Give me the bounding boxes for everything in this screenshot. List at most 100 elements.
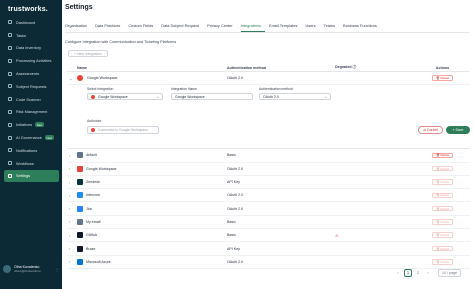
delete-button[interactable]: 🗑 Delete	[432, 75, 453, 81]
auth-method-dropdown[interactable]: OAuth 2.0 ⌄	[259, 93, 331, 101]
table-row[interactable]: › Braze API Key 🗑 Delete	[67, 242, 470, 256]
sidebar-item-label: Risk Management	[16, 109, 48, 115]
tab-data-subject-request[interactable]: Data Subject Request	[161, 21, 203, 32]
row-actions: 🗑 Delete	[415, 259, 470, 265]
page-button[interactable]: 2	[414, 269, 422, 277]
expand-icon[interactable]: ›	[67, 219, 77, 224]
row-actions: 🗑 Delete	[415, 75, 470, 81]
sidebar-item-data-inventory[interactable]: Data inventory	[4, 42, 59, 55]
row-name-text: Google Workspace	[86, 166, 117, 171]
save-button[interactable]: + Save	[446, 126, 470, 135]
expand-icon[interactable]: ›	[67, 206, 77, 211]
integration-logo-icon	[77, 165, 83, 172]
page-button[interactable]: 1	[404, 269, 412, 277]
tab-data-practices[interactable]: Data Practices	[95, 21, 124, 32]
prev-page-icon[interactable]: ‹	[394, 269, 402, 277]
expand-icon[interactable]: ›	[67, 233, 77, 238]
integration-logo-icon	[77, 179, 83, 186]
delete-button[interactable]: 🗑 Delete	[432, 152, 453, 159]
new-badge: New	[35, 122, 44, 128]
sidebar-item-tasks[interactable]: Tasks	[4, 29, 59, 42]
sidebar-item-label: Dashboard	[16, 19, 36, 25]
tab-business-functions[interactable]: Business Functions	[343, 21, 381, 32]
table-row-expanded[interactable]: ⌄ Google Workspace OAuth 2.0 🗑 Delete	[67, 72, 470, 86]
tab-organisation[interactable]: Organisation	[65, 21, 91, 32]
ai-icon	[8, 135, 12, 140]
delete-button[interactable]: 🗑 Delete	[432, 259, 453, 265]
info-icon[interactable]: ⓘ	[353, 65, 357, 69]
delete-button[interactable]: 🗑 Delete	[432, 165, 453, 172]
degraded-header: Degraded ⓘ	[335, 65, 415, 70]
expand-icon[interactable]: ›	[67, 166, 77, 171]
next-page-icon[interactable]: ›	[424, 269, 432, 277]
connect-google-button[interactable]: Connected to Google Workspace	[87, 126, 159, 135]
new-integration-button[interactable]: + New Integration	[68, 50, 108, 57]
table-row[interactable]: › Jira OAuth 2.0 🗑 Delete	[67, 202, 470, 216]
expand-icon[interactable]: ›	[67, 193, 77, 198]
select-integration-dropdown[interactable]: Google Workspace ⌄	[87, 93, 163, 101]
table-row[interactable]: › Intercom OAuth 2.0 🗑 Delete	[67, 189, 470, 203]
integration-logo-icon	[77, 232, 83, 239]
collapse-icon[interactable]: ⌄	[67, 76, 77, 81]
database-icon	[8, 45, 12, 50]
table-row[interactable]: › Microsoft Azure OAuth 2.0 🗑 Delete	[67, 256, 470, 269]
sidebar-nav: Dashboard Tasks Data inventory Processing A…	[4, 16, 59, 183]
sidebar-item-processing-activities[interactable]: Processing Activities	[4, 54, 59, 67]
user-profile[interactable]: Olha Kovalenko olha.k@trustworks.io ⋮	[3, 262, 59, 276]
sidebar-item-workflows[interactable]: Workflows	[4, 157, 59, 170]
delete-label: Delete	[440, 76, 450, 81]
sidebar-item-assessments[interactable]: Assessments	[4, 67, 59, 80]
delete-button[interactable]: 🗑 Delete	[432, 219, 453, 225]
gear-icon	[8, 173, 12, 178]
expand-icon[interactable]: ›	[67, 153, 77, 158]
page-size-select[interactable]: 10 / page	[438, 269, 461, 277]
row-auth: OAuth 2.0	[227, 166, 244, 171]
integration-logo-icon	[77, 258, 83, 265]
expand-icon[interactable]: ›	[67, 259, 77, 264]
sidebar-item-risk-management[interactable]: Risk Management	[4, 106, 59, 119]
tab-custom-fields[interactable]: Custom Fields	[128, 21, 157, 32]
delete-button[interactable]: 🗑 Delete	[432, 205, 453, 212]
sidebar-item-label: Workflows	[16, 160, 34, 166]
sidebar-item-dashboard[interactable]: Dashboard	[4, 16, 59, 29]
avatar	[3, 265, 11, 273]
row-auth: API Key	[227, 246, 240, 251]
table-row[interactable]: › Zendesk API Key 🗑 Delete	[67, 176, 470, 190]
row-auth: Basic	[227, 233, 236, 238]
sidebar-item-label: Processing Activities	[16, 58, 52, 64]
delete-button[interactable]: 🗑 Delete	[432, 179, 453, 185]
table-row[interactable]: › My email Basic 🗑 Delete	[67, 216, 470, 230]
tab-users[interactable]: Users	[305, 21, 319, 32]
auth-method-label: Authentication method	[259, 87, 293, 92]
expand-icon[interactable]: ›	[67, 180, 77, 185]
delete-button[interactable]: 🗑 Delete	[432, 232, 453, 238]
table-row[interactable]: › GitHub Basic ⚠ 🗑 Delete	[67, 229, 470, 243]
sidebar-item-initiatives[interactable]: Initiatives New	[4, 118, 59, 131]
delete-label: Delete	[440, 219, 450, 224]
more-icon[interactable]: ⋮	[55, 267, 59, 272]
table-row[interactable]: › default Basic 🗑 Delete	[67, 149, 470, 163]
tab-email-templates[interactable]: Email Templates	[269, 21, 301, 32]
tab-teams[interactable]: Teams	[324, 21, 339, 32]
chevron-down-icon: ⌄	[324, 94, 327, 99]
delete-button[interactable]: 🗑 Delete	[432, 192, 453, 199]
row-auth: Basic	[227, 219, 236, 224]
sidebar-item-notifications[interactable]: Notifications	[4, 144, 59, 157]
delete-button[interactable]: 🗑 Delete	[432, 245, 453, 252]
tab-privacy-center[interactable]: Privacy Center	[207, 21, 237, 32]
expand-icon[interactable]: ›	[67, 246, 77, 251]
sidebar-item-subject-requests[interactable]: Subject Requests	[4, 80, 59, 93]
actions-header: Actions	[435, 65, 450, 70]
integration-name-input[interactable]: Google Workspace	[171, 93, 253, 101]
sidebar-item-code-scanner[interactable]: Code Scanner	[4, 93, 59, 106]
sidebar-item-ai-governance[interactable]: AI Governance New	[4, 131, 59, 144]
row-name-text: Jira	[86, 206, 92, 211]
row-name: GitHub	[77, 232, 227, 239]
table-row[interactable]: › Google Workspace OAuth 2.0 🗑 Delete	[67, 163, 470, 176]
row-actions: 🗑 Delete	[415, 232, 470, 238]
tab-integrations[interactable]: Integrations	[240, 21, 265, 32]
cancel-button[interactable]: ⊘ Cancel	[418, 126, 443, 135]
sidebar-item-settings[interactable]: Settings	[4, 169, 59, 183]
code-icon	[8, 97, 12, 102]
page-title: Settings	[65, 4, 93, 11]
